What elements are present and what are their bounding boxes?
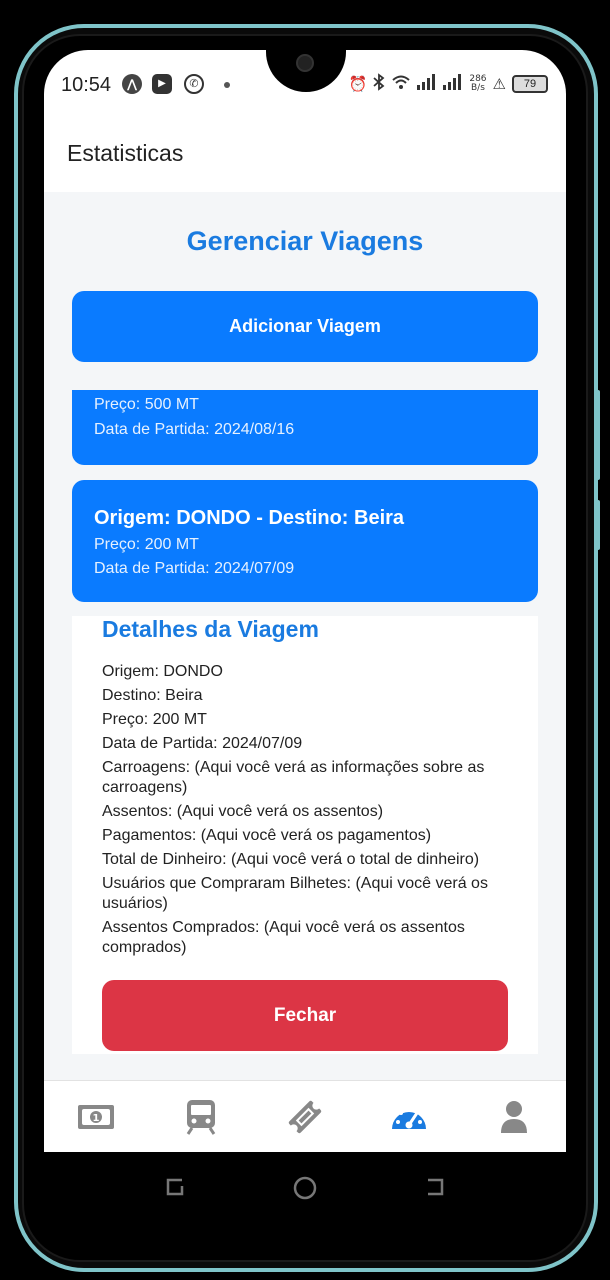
network-speed: 286 B/s (469, 75, 486, 93)
trip-departure: Data de Partida: 2024/07/09 (94, 560, 295, 577)
trip-details-panel: Detalhes da Viagem Origem: DONDO Destino… (72, 616, 538, 1054)
dashboard-icon (392, 1106, 427, 1129)
more-notifications-dot (224, 82, 230, 88)
camera-icon (296, 54, 314, 72)
alarm-icon: ⏰ (348, 76, 368, 93)
detail-purchased-seats: Assentos Comprados: (Aqui você verá os a… (102, 919, 465, 956)
nav-item-money[interactable]: 1 (66, 1087, 126, 1147)
trip-price: Preço: 500 MT (94, 396, 199, 413)
nav-item-tickets[interactable] (275, 1087, 335, 1147)
signal-icon-2 (443, 73, 463, 95)
battery-indicator: 79 (512, 75, 548, 93)
back-icon[interactable] (424, 1176, 446, 1203)
page-title: Gerenciar Viagens (186, 226, 424, 256)
youtube-icon: ▶ (152, 74, 172, 94)
trip-card[interactable]: Preço: 500 MT Data de Partida: 2024/08/1… (72, 390, 538, 465)
detail-destination: Destino: Beira (102, 687, 203, 704)
warning-icon: ⚠ (492, 76, 506, 93)
details-title: Detalhes da Viagem (102, 616, 319, 642)
recent-apps-icon[interactable] (164, 1176, 186, 1203)
details-list: Origem: DONDO Destino: Beira Preço: 200 … (102, 662, 512, 962)
trip-title: Origem: DONDO - Destino: Beira (94, 507, 405, 529)
system-navigation-bar (44, 1152, 566, 1222)
volume-button (596, 390, 600, 480)
home-icon[interactable] (293, 1176, 317, 1205)
whatsapp-icon: ✆ (184, 74, 204, 94)
signal-icon (417, 73, 437, 95)
wifi-icon (391, 74, 411, 95)
screen: 10:54 ⋀ ▶ ✆ ⏰ 286 B/s ⚠ 79 Estatisticas … (44, 50, 566, 1152)
detail-total-money: Total de Dinheiro: (Aqui você verá o tot… (102, 851, 480, 868)
detail-carriages: Carroagens: (Aqui você verá as informaçõ… (102, 759, 485, 796)
bottom-navigation: 1 (44, 1080, 566, 1152)
detail-seats: Assentos: (Aqui você verá os assentos) (102, 803, 384, 820)
detail-users: Usuários que Compraram Bilhetes: (Aqui v… (102, 875, 488, 912)
user-icon (500, 1100, 527, 1133)
detail-price: Preço: 200 MT (102, 711, 207, 728)
detail-payments: Pagamentos: (Aqui você verá os pagamento… (102, 827, 432, 844)
bluetooth-icon (373, 73, 385, 95)
nav-item-trains[interactable] (171, 1087, 231, 1147)
detail-origin: Origem: DONDO (102, 663, 223, 680)
power-button (596, 500, 600, 550)
close-button[interactable]: Fechar (102, 980, 508, 1051)
trip-price: Preço: 200 MT (94, 536, 199, 553)
app-header: Estatisticas (44, 120, 566, 192)
network-speed-unit: B/s (471, 83, 485, 93)
trip-departure: Data de Partida: 2024/08/16 (94, 421, 295, 438)
header-title: Estatisticas (67, 140, 184, 166)
ticket-icon (288, 1100, 322, 1133)
status-bar: 10:54 ⋀ ▶ ✆ ⏰ 286 B/s ⚠ 79 (44, 50, 566, 120)
trip-card[interactable]: Origem: DONDO - Destino: Beira Preço: 20… (72, 480, 538, 602)
add-trip-button[interactable]: Adicionar Viagem (72, 291, 538, 362)
status-time: 10:54 (61, 74, 112, 96)
nav-item-profile[interactable] (484, 1087, 544, 1147)
svg-text:1: 1 (93, 1113, 100, 1124)
app-notification-icon: ⋀ (122, 74, 142, 94)
detail-departure: Data de Partida: 2024/07/09 (102, 735, 303, 752)
train-icon (186, 1099, 215, 1135)
money-icon: 1 (78, 1104, 115, 1129)
main-content[interactable]: Gerenciar Viagens Adicionar Viagem Preço… (44, 192, 566, 1080)
nav-item-dashboard[interactable] (379, 1087, 439, 1147)
status-indicators: ⏰ 286 B/s ⚠ 79 (349, 72, 548, 96)
